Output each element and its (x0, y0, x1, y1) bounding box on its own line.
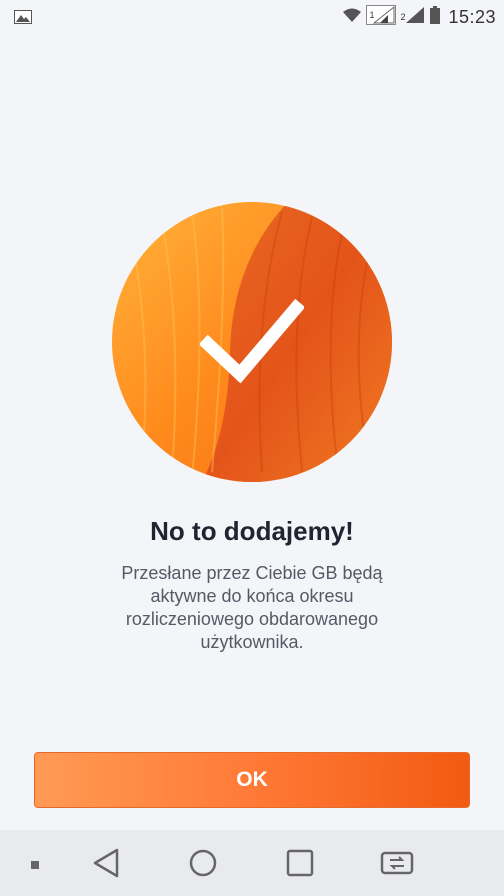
menu-dot-icon[interactable] (30, 857, 40, 875)
success-illustration (112, 202, 392, 482)
back-icon[interactable] (92, 848, 120, 883)
wifi-icon (342, 7, 362, 28)
checkmark-icon (198, 298, 306, 389)
recents-icon[interactable] (286, 848, 314, 883)
sim1-label: 1 (369, 9, 375, 20)
navigation-bar (0, 830, 504, 896)
sim2-label: 2 (400, 11, 406, 22)
signal-sim2-icon: 2 (400, 5, 426, 30)
status-bar: 1 2 15:23 (0, 0, 504, 34)
home-icon[interactable] (188, 848, 218, 883)
image-icon (14, 10, 32, 29)
clock: 15:23 (448, 6, 496, 27)
page-title: No to dodajemy! (150, 516, 354, 546)
signal-sim1-icon: 1 (366, 4, 397, 30)
switch-icon[interactable] (380, 848, 414, 883)
ok-button[interactable]: OK (34, 752, 470, 808)
description-text: Przesłane przez Ciebie GB będą aktywne d… (121, 563, 383, 652)
battery-icon (430, 5, 441, 29)
